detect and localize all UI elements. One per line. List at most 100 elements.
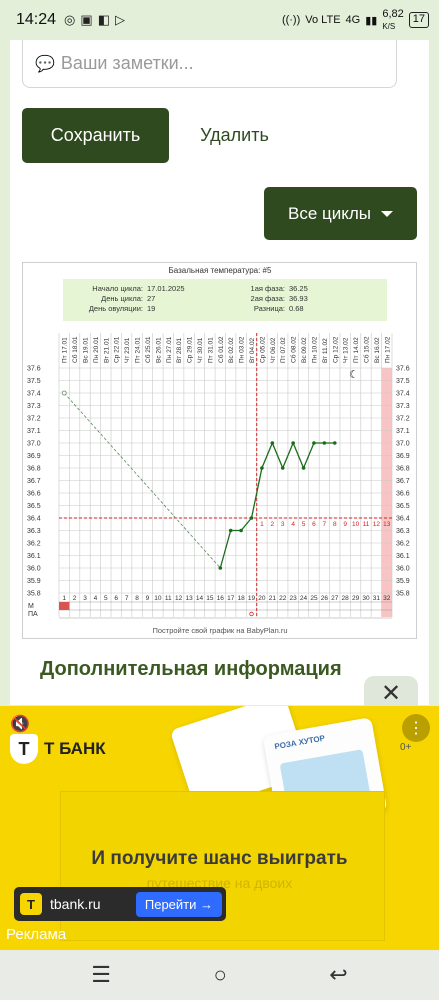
chart-ytick-left: 36.7	[27, 478, 41, 485]
chart-footer: Постройте свой график на BabyPlan.ru	[152, 626, 287, 635]
chart-date-label: Чт 23.01	[124, 337, 131, 363]
chart-date-label: Пт 07.02	[280, 337, 287, 363]
temperature-point	[270, 441, 275, 445]
period-marker	[59, 602, 70, 610]
chart-day-label: 32	[383, 595, 391, 602]
menu-icon[interactable]: ☰	[91, 962, 111, 988]
chart-ytick-right: 35.9	[396, 578, 410, 585]
notes-field[interactable]: 💬 Ваши заметки...	[22, 40, 397, 88]
temperature-point	[249, 516, 254, 520]
intercourse-marker	[249, 611, 254, 617]
chart-info-label: Начало цикла:	[92, 284, 143, 293]
chart-date-label: Ср 05.02	[259, 336, 266, 363]
play-icon: ▷	[114, 12, 125, 27]
chart-ytick-right: 35.8	[396, 591, 410, 598]
sound-off-icon[interactable]: 🔇	[10, 714, 30, 734]
chart-info-value: 36.25	[289, 284, 308, 293]
chart-ytick-right: 36.9	[396, 453, 410, 460]
chart-day-label: 5	[104, 595, 108, 602]
chart-ytick-left: 36.5	[27, 503, 41, 510]
chart-day-label: 6	[114, 595, 118, 602]
phase2-day-number: 8	[333, 521, 337, 528]
chart-ytick-right: 36.3	[396, 528, 410, 535]
chart-row-label: М	[28, 603, 34, 610]
all-cycles-label: Все циклы	[287, 203, 372, 223]
back-icon[interactable]: ↩	[329, 962, 347, 988]
home-icon[interactable]: ○	[213, 962, 226, 988]
chart-ytick-right: 36.4	[396, 516, 410, 523]
chart-ytick-right: 37.1	[396, 428, 410, 435]
chart-ytick-left: 36.6	[27, 491, 41, 498]
more-vert-icon[interactable]: ⋮	[402, 714, 430, 742]
chart-ytick-right: 37.5	[396, 378, 410, 385]
chart-ytick-left: 36.8	[27, 466, 41, 473]
chart-date-label: Вт 28.01	[176, 337, 183, 363]
chart-ytick-right: 36.1	[396, 553, 410, 560]
chart-day-label: 30	[362, 595, 370, 602]
delete-button[interactable]: Удалить	[182, 108, 287, 163]
chart-ytick-left: 35.9	[27, 578, 41, 585]
chart-day-label: 25	[310, 595, 318, 602]
chart-first-point	[61, 390, 67, 396]
temperature-point	[228, 528, 233, 533]
chart-day-label: 9	[146, 595, 150, 602]
chart-date-label: Чт 30.01	[197, 337, 204, 363]
chart-ytick-left: 36.1	[27, 553, 41, 560]
ticket-brand: РОЗА ХУТОР	[273, 733, 326, 752]
ad-headline: И получите шанс выиграть	[91, 848, 348, 869]
ad-brand-name: Т БАНК	[44, 739, 106, 758]
temperature-point	[312, 441, 316, 445]
chart-info-value: 0.68	[289, 304, 304, 313]
chart-info-value: 17.01.2025	[147, 284, 185, 293]
chart-day-label: 28	[342, 595, 350, 602]
temperature-point	[218, 566, 223, 570]
chart-info-value: 27	[147, 294, 155, 303]
status-bar: 14:24 ◎ ▣ ◧ ▷ ((·)) Vo LTE 4G ▮▮ 6,82 K/S…	[0, 0, 439, 40]
phase2-day-number: 11	[363, 521, 370, 528]
chart-day-label: 3	[83, 595, 87, 602]
section-title: Дополнительная информация	[40, 658, 342, 680]
chart-info-label: День цикла:	[101, 294, 143, 303]
phase2-day-number: 7	[323, 521, 327, 528]
chart-date-label: Чт 13.02	[343, 337, 350, 363]
chart-ytick-left: 37.1	[27, 428, 41, 435]
ad-banner[interactable]: 🔇 Т Т БАНК ⋮ 0+ РОЗА ХУТОР И получите ша…	[0, 706, 439, 950]
comment-icon: 💬	[35, 55, 55, 73]
chart-date-label: Вс 26.01	[155, 337, 162, 363]
chart-info-value: 19	[147, 304, 155, 313]
chart-day-label: 26	[321, 595, 329, 602]
whatsapp-icon: ◎	[64, 12, 76, 27]
chart-info-label: День овуляции:	[89, 304, 143, 313]
all-cycles-button[interactable]: Все циклы	[264, 187, 417, 240]
ad-close-button[interactable]: ✕	[364, 676, 418, 710]
chart-ytick-right: 36.5	[396, 503, 410, 510]
ad-brand-logo: Т Т БАНК	[10, 734, 106, 764]
chart-date-label: Ср 29.01	[187, 336, 194, 363]
ad-go-button[interactable]: Перейти →	[135, 891, 222, 917]
chart-ytick-right: 37.3	[396, 403, 410, 410]
chart-ytick-right: 37.4	[396, 391, 410, 398]
signal-icon: ▮▮	[365, 14, 378, 27]
chart-date-label: Пт 17.01	[62, 337, 69, 363]
chart-ytick-left: 37.3	[27, 403, 41, 410]
system-nav-bar: ☰ ○ ↩	[0, 950, 439, 1000]
phase2-day-number: 5	[302, 521, 306, 528]
chart-ytick-left: 37.4	[27, 391, 41, 398]
chart-day-label: 27	[331, 595, 339, 602]
phase2-day-number: 6	[312, 521, 316, 528]
save-button[interactable]: Сохранить	[22, 108, 169, 163]
network-speed: 6,82 K/S	[382, 8, 404, 31]
ad-cta-bar[interactable]: Т tbank.ru Перейти →	[14, 887, 226, 921]
chart-date-label: Вс 19.01	[83, 337, 90, 363]
phase2-day-number: 9	[343, 521, 347, 528]
chart-date-label: Сб 01.02	[217, 336, 225, 363]
chart-day-label: 4	[94, 595, 98, 602]
chevron-down-icon	[381, 210, 394, 217]
chart-day-label: 7	[125, 595, 129, 602]
chart-ytick-right: 37.0	[396, 441, 410, 448]
chart-date-label: Пн 27.01	[166, 336, 173, 363]
chart-day-label: 1	[62, 595, 66, 602]
bbt-chart-svg: Базальная температура: #5Начало цикла: 17…	[27, 266, 410, 635]
chart-day-label: 24	[300, 595, 308, 602]
office-icon: ▣	[80, 12, 93, 27]
